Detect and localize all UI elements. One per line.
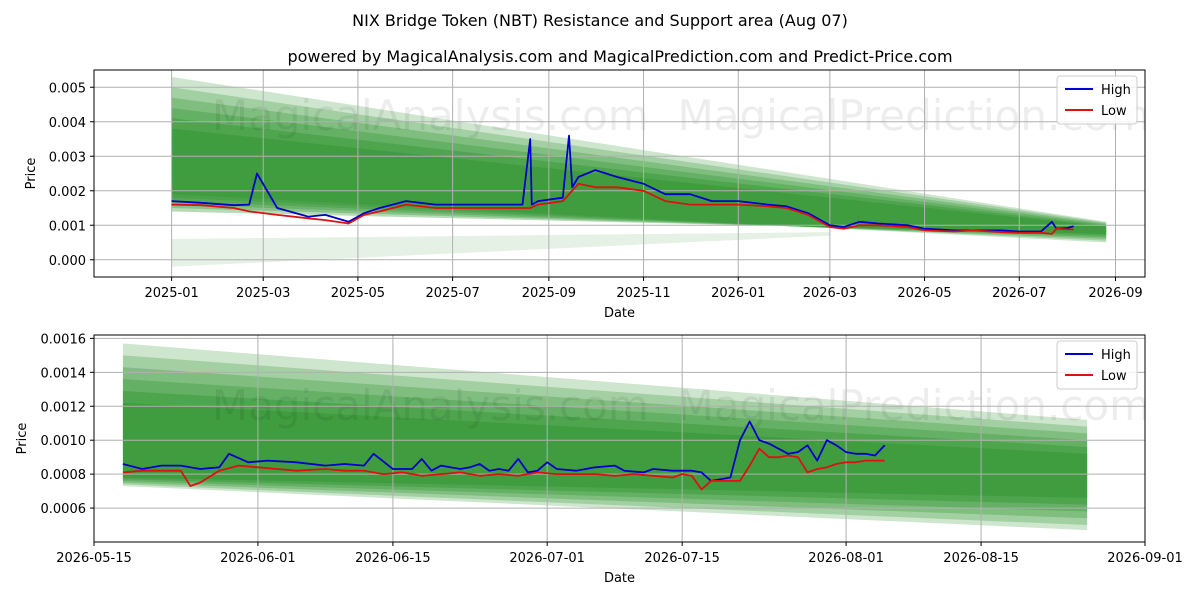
x-tick-label: 2026-08-01 (808, 551, 884, 566)
y-tick-label: 0.0016 (41, 332, 87, 347)
x-tick-label: 2026-09-01 (1107, 551, 1183, 566)
x-tick-label: 2026-06-15 (355, 551, 431, 566)
x-axis-label: Date (604, 571, 635, 586)
figure: NIX Bridge Token (NBT) Resistance and Su… (0, 0, 1200, 600)
y-tick-label: 0.0010 (41, 434, 87, 449)
legend: High Low (1056, 75, 1138, 125)
chart-subtitle: powered by MagicalAnalysis.com and Magic… (287, 47, 952, 66)
watermark: MagicalAnalysis.com (212, 91, 649, 140)
y-tick-label: 0.0008 (41, 468, 87, 483)
x-axis-label: Date (604, 306, 635, 321)
y-axis-label: Price (15, 423, 30, 455)
x-tick-label: 2026-05 (897, 286, 951, 301)
y-tick-label: 0.002 (49, 185, 86, 200)
legend-label-low: Low (1101, 104, 1127, 119)
x-tick-label: 2026-06-01 (220, 551, 296, 566)
x-tick-label: 2026-01 (711, 286, 765, 301)
watermark: MagicalAnalysis.com (212, 381, 649, 430)
y-tick-label: 0.0014 (41, 366, 87, 381)
y-tick-label: 0.001 (49, 219, 86, 234)
x-tick-label: 2026-03 (803, 286, 857, 301)
x-tick-label: 2026-07 (992, 286, 1046, 301)
y-tick-label: 0.0012 (41, 400, 87, 415)
legend-label-high: High (1101, 83, 1131, 98)
y-tick-label: 0.000 (49, 254, 86, 269)
y-tick-label: 0.003 (49, 150, 86, 165)
legend-label-high: High (1101, 348, 1131, 363)
legend-label-low: Low (1101, 369, 1127, 384)
x-tick-label: 2026-05-15 (56, 551, 132, 566)
x-tick-label: 2026-09 (1088, 286, 1142, 301)
y-axis-label: Price (24, 158, 39, 190)
chart-title: NIX Bridge Token (NBT) Resistance and Su… (352, 11, 848, 30)
x-tick-label: 2025-09 (522, 286, 576, 301)
x-tick-label: 2026-07-15 (644, 551, 720, 566)
x-tick-label: 2025-01 (144, 286, 198, 301)
x-tick-label: 2025-07 (425, 286, 479, 301)
x-tick-label: 2025-11 (616, 286, 670, 301)
x-tick-label: 2025-05 (331, 286, 385, 301)
y-tick-label: 0.005 (49, 81, 86, 96)
y-tick-label: 0.004 (49, 116, 86, 131)
x-tick-label: 2025-03 (236, 286, 290, 301)
x-tick-label: 2026-07-01 (509, 551, 585, 566)
x-tick-label: 2026-08-15 (943, 551, 1019, 566)
legend: High Low (1056, 340, 1138, 390)
y-tick-label: 0.0006 (41, 502, 87, 517)
